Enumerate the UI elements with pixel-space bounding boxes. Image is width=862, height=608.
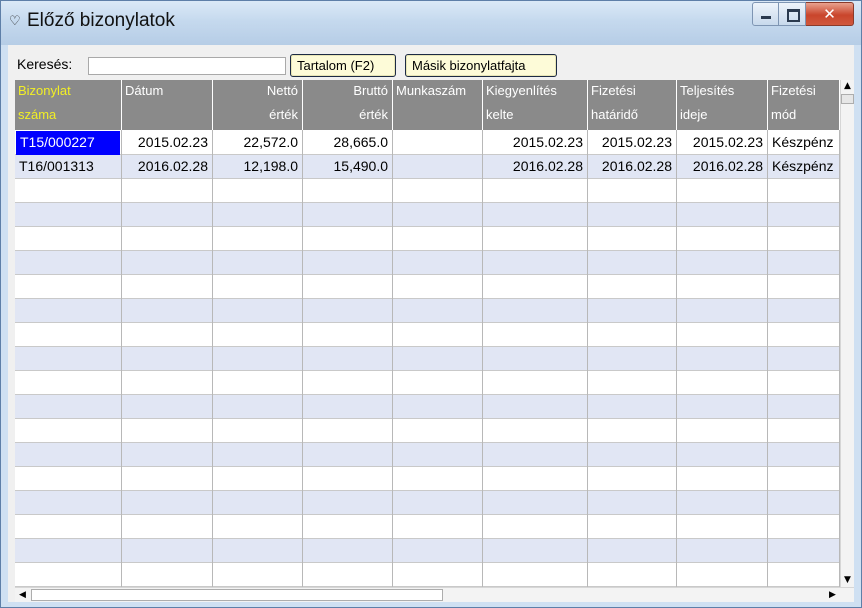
column-header-line2: száma xyxy=(18,107,57,122)
grid-row-background xyxy=(15,467,840,491)
column-header-line1: Bizonylat xyxy=(18,83,71,98)
table-cell-settlement-date[interactable]: 2015.02.23 xyxy=(483,131,587,155)
table-cell-job-number[interactable] xyxy=(393,155,482,179)
other-document-type-button[interactable]: Másik bizonylatfajta xyxy=(405,54,557,77)
column-header-line1: Bruttó xyxy=(353,83,388,98)
minimize-icon xyxy=(761,16,771,19)
table-cell-fulfilment-date[interactable]: 2015.02.23 xyxy=(677,131,767,155)
vertical-scroll-thumb[interactable] xyxy=(841,94,854,104)
scroll-down-icon[interactable]: ▼ xyxy=(841,574,854,587)
grid-row-background xyxy=(15,539,840,563)
horizontal-scroll-thumb[interactable] xyxy=(31,589,443,601)
documents-grid[interactable]: Bizonylat száma Dátum Nettó érték Bruttó érték… xyxy=(15,80,840,587)
grid-column-divider xyxy=(676,130,677,587)
scroll-up-icon[interactable]: ▲ xyxy=(841,80,854,93)
grid-row-background xyxy=(15,227,840,251)
table-cell-net-value[interactable]: 12,198.0 xyxy=(213,155,302,179)
column-header-line2: érték xyxy=(269,107,298,122)
other-document-type-button-label: Másik bizonylatfajta xyxy=(412,58,526,73)
column-header-payment-due[interactable]: Fizetési határidő xyxy=(588,80,677,130)
column-header-line2: ideje xyxy=(680,107,708,122)
grid-column-divider xyxy=(392,130,393,587)
grid-row-background xyxy=(15,371,840,395)
table-cell-job-number[interactable] xyxy=(393,131,482,155)
grid-column-divider xyxy=(482,130,483,587)
scroll-left-icon[interactable]: ◀ xyxy=(16,589,29,602)
column-header-settlement-date[interactable]: Kiegyenlítés kelte xyxy=(483,80,588,130)
column-header-line1: Munkaszám xyxy=(396,83,467,98)
table-cell-fulfilment-date[interactable]: 2016.02.28 xyxy=(677,155,767,179)
search-label: Keresés: xyxy=(17,56,73,72)
column-header-line2: határidő xyxy=(591,107,638,122)
table-cell-document-number[interactable]: T15/000227 xyxy=(16,131,120,155)
app-diamond-icon: ♡ xyxy=(9,13,21,28)
window-client-area: Keresés: Tartalom (F2) Másik bizonylatfa… xyxy=(8,45,854,602)
column-header-line2: mód xyxy=(771,107,797,122)
window-controls: ✕ xyxy=(752,2,854,26)
grid-row-background xyxy=(15,179,840,203)
grid-row-background xyxy=(15,515,840,539)
grid-row-background xyxy=(15,323,840,347)
column-header-line2: kelte xyxy=(486,107,514,122)
grid-row-background xyxy=(15,251,840,275)
previous-documents-window: ♡ Előző bizonylatok ✕ Keresés: Tartalom … xyxy=(0,0,862,608)
column-header-line1: Kiegyenlítés xyxy=(486,83,557,98)
table-cell-date[interactable]: 2015.02.23 xyxy=(122,131,212,155)
close-icon: ✕ xyxy=(823,5,836,23)
column-header-line1: Nettó xyxy=(266,83,298,98)
table-cell-payment-method[interactable]: Készpénz xyxy=(768,131,839,155)
table-cell-date[interactable]: 2016.02.28 xyxy=(122,155,212,179)
content-button[interactable]: Tartalom (F2) xyxy=(290,54,396,77)
scroll-right-icon[interactable]: ▶ xyxy=(826,589,839,602)
table-cell-net-value[interactable]: 22,572.0 xyxy=(213,131,302,155)
table-cell-settlement-date[interactable]: 2016.02.28 xyxy=(483,155,587,179)
vertical-scrollbar[interactable]: ▲ ▼ xyxy=(840,80,854,587)
grid-row-background xyxy=(15,395,840,419)
grid-row-background xyxy=(15,563,840,587)
grid-column-divider xyxy=(302,130,303,587)
maximize-icon xyxy=(787,9,800,22)
window-title: Előző bizonylatok xyxy=(27,10,175,31)
grid-row-background xyxy=(15,491,840,515)
horizontal-scrollbar[interactable]: ◀ ▶ xyxy=(15,587,854,602)
grid-column-divider xyxy=(767,130,768,587)
grid-column-divider xyxy=(212,130,213,587)
table-cell-gross-value[interactable]: 28,665.0 xyxy=(303,131,392,155)
maximize-button[interactable] xyxy=(779,2,806,26)
column-header-date[interactable]: Dátum xyxy=(122,80,213,130)
search-input[interactable] xyxy=(88,57,286,75)
minimize-button[interactable] xyxy=(752,2,779,26)
column-header-line1: Fizetési xyxy=(591,83,636,98)
grid-column-divider xyxy=(587,130,588,587)
grid-row-background xyxy=(15,443,840,467)
column-header-gross-value[interactable]: Bruttó érték xyxy=(303,80,393,130)
column-header-job-number[interactable]: Munkaszám xyxy=(393,80,483,130)
column-header-fulfilment-date[interactable]: Teljesítés ideje xyxy=(677,80,768,130)
column-header-payment-method[interactable]: Fizetési mód xyxy=(768,80,840,130)
close-button[interactable]: ✕ xyxy=(806,2,854,26)
column-header-line2: érték xyxy=(359,107,388,122)
content-button-label: Tartalom (F2) xyxy=(297,58,375,73)
column-header-document-number[interactable]: Bizonylat száma xyxy=(15,80,122,130)
table-cell-payment-due[interactable]: 2015.02.23 xyxy=(588,131,676,155)
grid-row-background xyxy=(15,275,840,299)
table-cell-payment-due[interactable]: 2016.02.28 xyxy=(588,155,676,179)
column-header-line1: Teljesítés xyxy=(680,83,735,98)
grid-row-background xyxy=(15,347,840,371)
column-header-line1: Dátum xyxy=(125,83,164,98)
title-bar[interactable]: ♡ Előző bizonylatok ✕ xyxy=(1,1,861,45)
grid-row-background xyxy=(15,419,840,443)
grid-row-background xyxy=(15,203,840,227)
table-cell-document-number[interactable]: T16/001313 xyxy=(15,155,121,179)
grid-column-divider xyxy=(121,130,122,587)
table-cell-gross-value[interactable]: 15,490.0 xyxy=(303,155,392,179)
column-header-net-value[interactable]: Nettó érték xyxy=(213,80,303,130)
table-cell-payment-method[interactable]: Készpénz xyxy=(768,155,839,179)
column-header-line1: Fizetési xyxy=(771,83,816,98)
grid-row-background xyxy=(15,299,840,323)
